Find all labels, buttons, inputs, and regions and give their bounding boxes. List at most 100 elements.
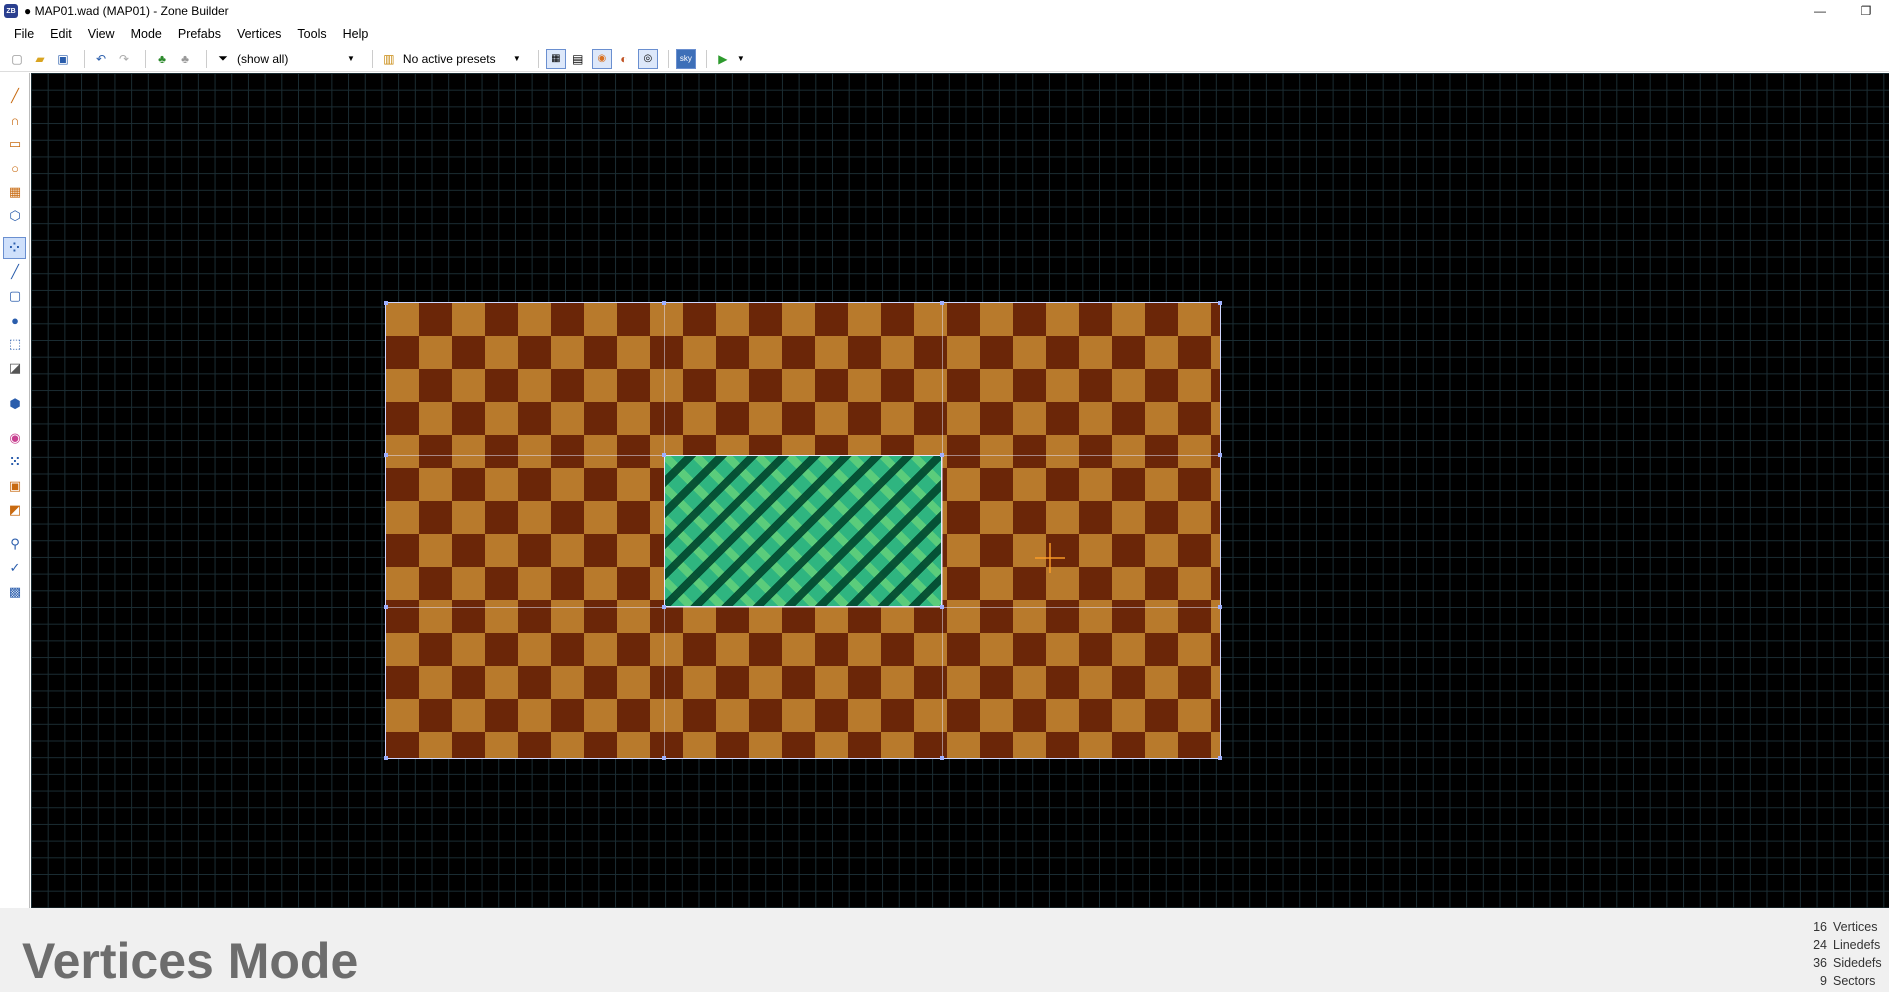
linedef[interactable] (942, 303, 943, 758)
chevron-down-icon[interactable]: ▼ (513, 54, 521, 63)
merge-icon[interactable]: ◉ (591, 48, 612, 69)
brightness-icon[interactable]: ◐ (615, 50, 633, 68)
stat-label: Sectors (1833, 974, 1876, 988)
stat-count: 36 (1813, 956, 1827, 970)
menu-mode[interactable]: Mode (123, 22, 170, 46)
visual-mode-icon[interactable]: ⬢ (6, 395, 24, 413)
menu-edit[interactable]: Edit (42, 22, 80, 46)
make-sectors-icon[interactable]: ◪ (6, 359, 24, 377)
presets-icon[interactable]: ▥ (380, 50, 398, 68)
draw-polygon-icon[interactable]: ⬡ (6, 207, 24, 225)
vertex[interactable] (940, 605, 944, 609)
check-map-icon[interactable]: ✓ (6, 559, 24, 577)
draw-grid-icon[interactable]: ▦ (6, 183, 24, 201)
toolbar: ▢ ▰ ▣ ↶ ↷ ♣ ♣ ⏷ (show all) ▼ ▥ No active… (0, 46, 1889, 72)
toolbar-separator (206, 49, 207, 68)
color-picker-icon[interactable]: ◉ (6, 429, 24, 447)
find-icon[interactable]: ⚲ (6, 535, 24, 553)
toolbar-separator (371, 49, 373, 68)
menu-vertices[interactable]: Vertices (229, 22, 289, 46)
linedef[interactable] (386, 607, 1220, 608)
vertex[interactable] (1218, 756, 1222, 760)
vertex[interactable] (662, 605, 666, 609)
vertex[interactable] (662, 756, 666, 760)
vertex[interactable] (1218, 605, 1222, 609)
stat-vertices: 16 Vertices (1803, 918, 1883, 936)
floor-align-icon[interactable]: ◩ (6, 501, 24, 519)
cursor-crosshair (1035, 543, 1065, 573)
draw-rectangle-icon[interactable]: ▭ (6, 135, 24, 153)
things-mode-icon[interactable]: ● (6, 311, 24, 329)
vertex[interactable] (384, 605, 388, 609)
stat-count: 24 (1813, 938, 1827, 952)
vertex[interactable] (940, 756, 944, 760)
toolbar-separator (705, 49, 707, 68)
menu-help[interactable]: Help (335, 22, 377, 46)
menu-file[interactable]: File (6, 22, 42, 46)
toolbar-separator (145, 49, 146, 68)
sky-toggle[interactable]: sky (675, 48, 696, 69)
chevron-down-icon[interactable]: ▼ (737, 54, 745, 63)
mode-title: Vertices Mode (22, 933, 359, 989)
chevron-down-icon[interactable]: ▼ (347, 54, 355, 63)
map-outer-sector[interactable] (384, 301, 1222, 760)
vertex[interactable] (940, 453, 944, 457)
map-canvas[interactable] (31, 73, 1889, 908)
stat-linedefs: 24 Linedefs (1803, 936, 1883, 954)
fullbright-icon[interactable]: ◎ (637, 48, 658, 69)
menu-tools[interactable]: Tools (289, 22, 334, 46)
snap-icon[interactable]: ▤ (569, 50, 587, 68)
title-bar: ZB ● MAP01.wad (MAP01) - Zone Builder — … (0, 0, 1889, 22)
vertex[interactable] (1218, 301, 1222, 305)
draw-lines-icon[interactable]: ╱ (6, 87, 24, 105)
window-title: ● MAP01.wad (MAP01) - Zone Builder (24, 4, 229, 18)
edit-selection-icon[interactable]: ⬚ (6, 335, 24, 353)
texture-browser-icon[interactable]: ▩ (6, 583, 24, 601)
restore-button[interactable]: ❐ (1843, 0, 1889, 22)
gradient-icon[interactable]: ⁙ (6, 453, 24, 471)
map-inner-sector[interactable] (664, 455, 942, 607)
toolbar-separator (537, 49, 539, 68)
vertices-mode-icon[interactable]: ⁘ (3, 237, 26, 259)
sector-brightness-icon[interactable]: ▣ (6, 477, 24, 495)
stat-count: 16 (1813, 920, 1827, 934)
menu-bar: File Edit View Mode Prefabs Vertices Too… (0, 22, 1889, 46)
undo-icon[interactable]: ↶ (92, 50, 110, 68)
tools-sidebar: ╱ ∩ ▭ ○ ▦ ⬡ ⁘ ╱ ▢ ● ⬚ ◪ ⬢ ◉ ⁙ ▣ ◩ ⚲ ✓ ▩ (0, 73, 30, 908)
vertex[interactable] (384, 453, 388, 457)
thing-icon[interactable]: ♣ (153, 50, 171, 68)
info-panel: Vertices Mode 16 Vertices 24 Linedefs 36… (0, 908, 1889, 992)
stat-count: 9 (1820, 974, 1827, 988)
stat-sidedefs: 36 Sidedefs (1803, 954, 1883, 972)
thing-gray-icon[interactable]: ♣ (176, 50, 194, 68)
menu-prefabs[interactable]: Prefabs (170, 22, 229, 46)
new-map-icon[interactable]: ▢ (8, 50, 26, 68)
sectors-mode-icon[interactable]: ▢ (6, 287, 24, 305)
filter-icon[interactable]: ⏷ (214, 50, 232, 68)
vertex[interactable] (662, 301, 666, 305)
toolbar-separator (84, 49, 85, 68)
vertex[interactable] (1218, 453, 1222, 457)
linedefs-mode-icon[interactable]: ╱ (6, 263, 24, 281)
grid-toggle-icon[interactable]: ▦ (545, 48, 566, 69)
vertex[interactable] (940, 301, 944, 305)
vertex[interactable] (384, 301, 388, 305)
toolbar-separator (667, 49, 669, 68)
things-filter-select[interactable]: (show all) (237, 52, 341, 66)
stat-label: Vertices (1833, 920, 1878, 934)
app-icon: ZB (4, 4, 18, 18)
stat-label: Sidedefs (1833, 956, 1882, 970)
draw-curve-icon[interactable]: ∩ (6, 111, 24, 129)
draw-ellipse-icon[interactable]: ○ (6, 159, 24, 177)
redo-icon[interactable]: ↷ (115, 50, 133, 68)
stat-label: Linedefs (1833, 938, 1881, 952)
open-map-icon[interactable]: ▰ (31, 50, 49, 68)
minimize-button[interactable]: — (1797, 0, 1843, 22)
play-icon[interactable]: ▶ (714, 50, 732, 68)
presets-select[interactable]: No active presets (403, 52, 507, 66)
vertex[interactable] (662, 453, 666, 457)
stat-sectors: 9 Sectors (1803, 972, 1883, 990)
menu-view[interactable]: View (80, 22, 123, 46)
vertex[interactable] (384, 756, 388, 760)
save-map-icon[interactable]: ▣ (54, 50, 72, 68)
